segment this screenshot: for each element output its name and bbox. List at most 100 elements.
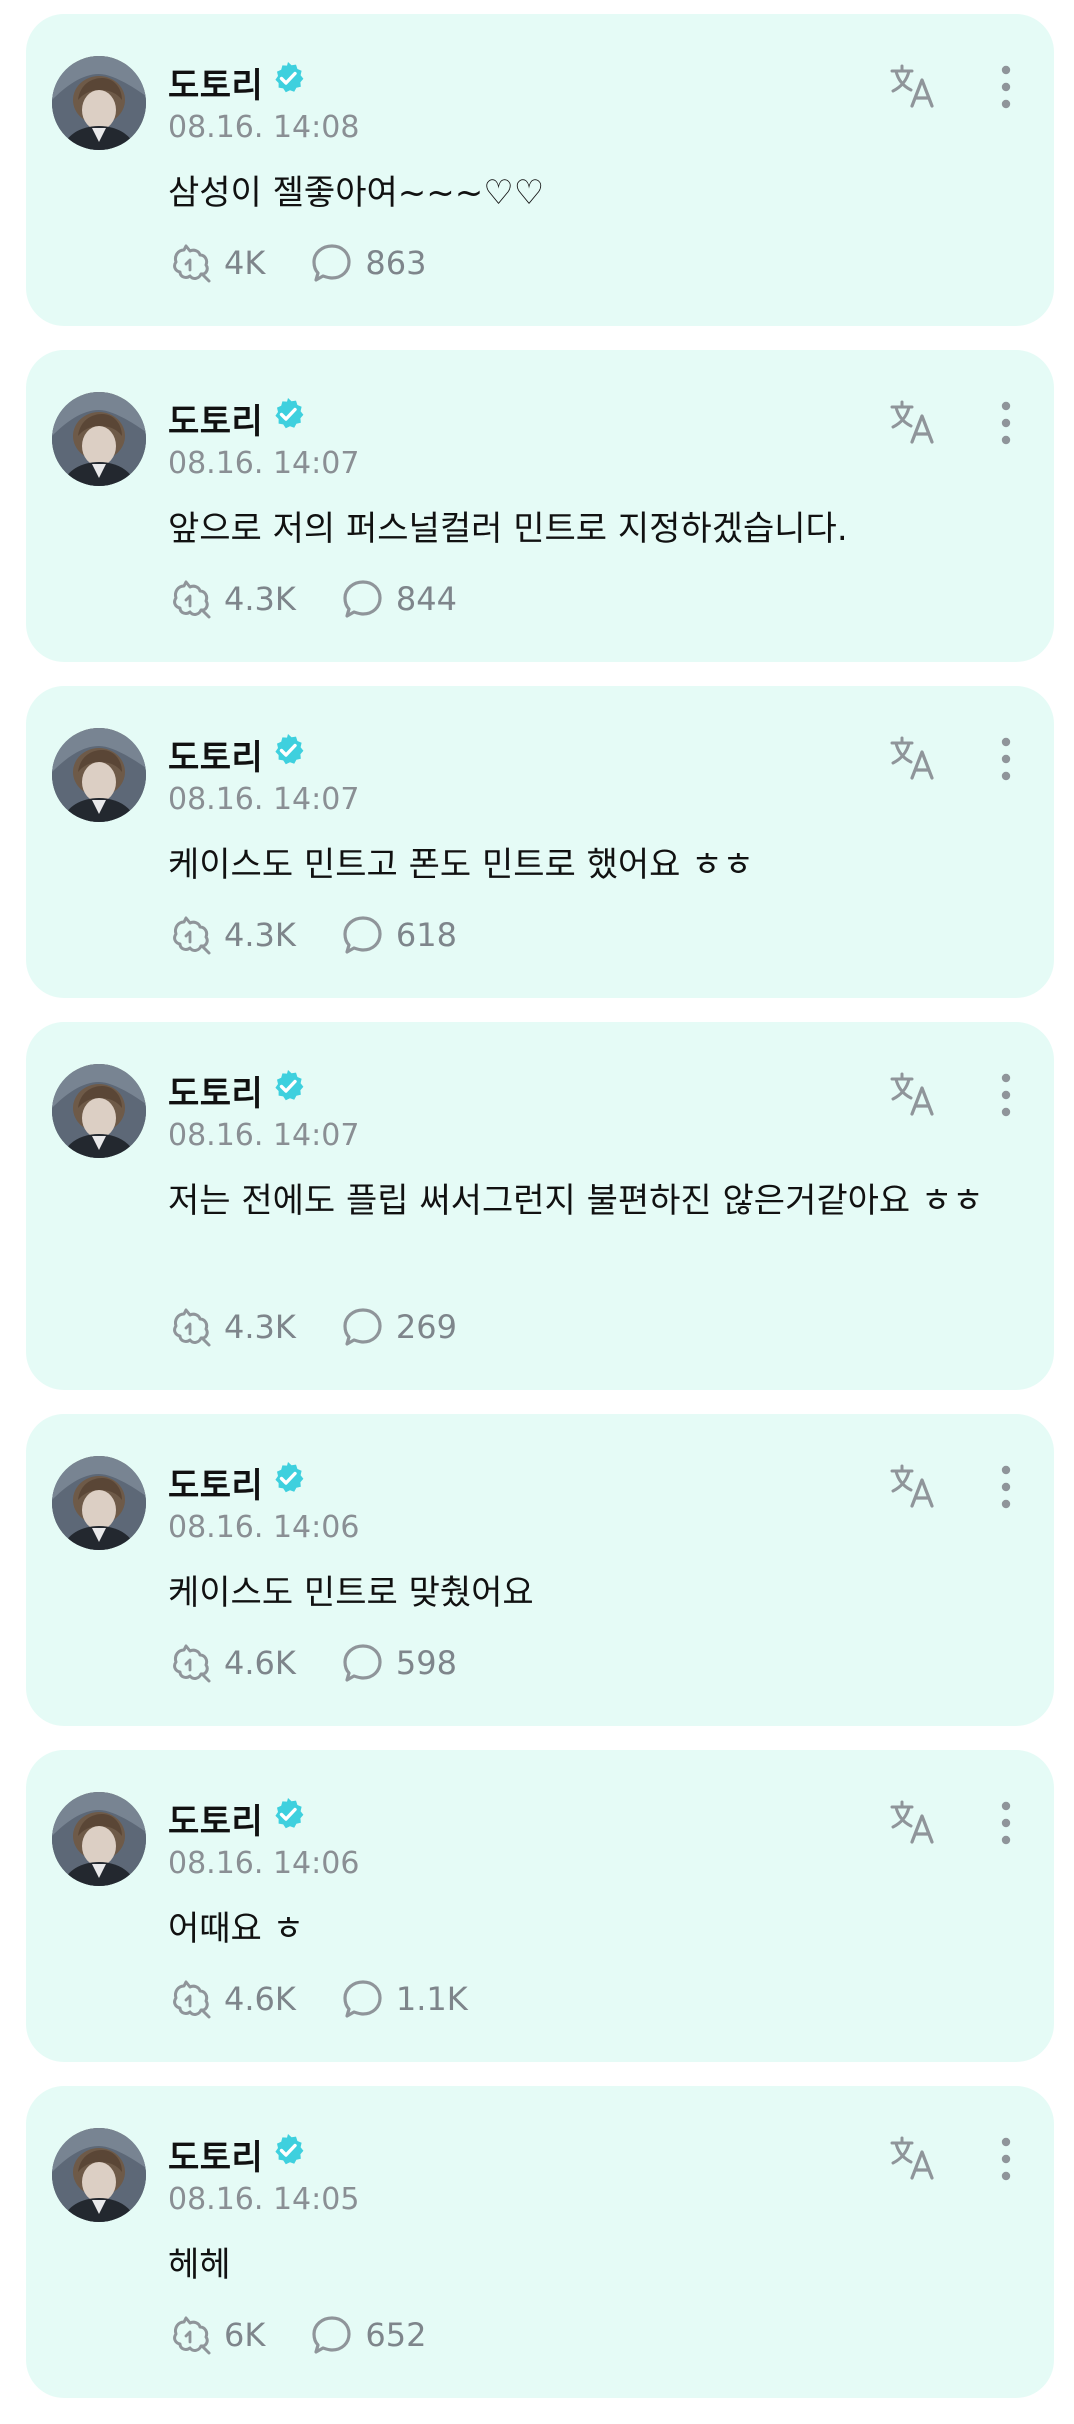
comment-button[interactable]: 618 <box>340 912 457 958</box>
repost-count: 4.3K <box>224 580 296 618</box>
author-name[interactable]: 도토리 <box>168 2130 263 2179</box>
repost-button[interactable]: 4.6K <box>168 1640 296 1686</box>
post-card[interactable]: 도토리 08.16. 14:07 저는 전에도 플립 써서그런지 불편하진 않은… <box>26 1022 1054 1390</box>
translate-icon[interactable] <box>886 58 942 114</box>
comment-button[interactable]: 598 <box>340 1640 457 1686</box>
post-card[interactable]: 도토리 08.16. 14:08 삼성이 젤좋아여~~~♡♡ 4K 863 <box>26 14 1054 326</box>
repost-button[interactable]: 4.3K <box>168 1304 296 1350</box>
comment-button[interactable]: 652 <box>309 2312 426 2358</box>
verified-badge-icon <box>275 2134 304 2165</box>
comment-icon <box>312 244 351 282</box>
author-name[interactable]: 도토리 <box>168 1458 263 1507</box>
verified-badge-icon <box>275 1462 304 1493</box>
post-card[interactable]: 도토리 08.16. 14:07 앞으로 저의 퍼스널컬러 민트로 지정하겠습니… <box>26 350 1054 662</box>
more-options-icon[interactable] <box>986 734 1026 784</box>
more-options-icon[interactable] <box>986 62 1026 112</box>
post-timestamp: 08.16. 14:06 <box>168 1846 360 1881</box>
post-actions: 4.6K 598 <box>168 1638 501 1688</box>
author-name[interactable]: 도토리 <box>168 730 263 779</box>
post-timestamp: 08.16. 14:08 <box>168 110 360 145</box>
comment-count: 618 <box>395 916 457 954</box>
comment-icon <box>343 1980 382 2018</box>
repost-icon <box>173 244 211 283</box>
verified-badge-icon <box>275 62 304 93</box>
comment-count: 598 <box>395 1644 457 1682</box>
post-card[interactable]: 도토리 08.16. 14:07 케이스도 민트고 폰도 민트로 했어요 ㅎㅎ … <box>26 686 1054 998</box>
avatar[interactable] <box>52 2128 146 2222</box>
post-actions: 4.6K 1.1K <box>168 1974 512 2024</box>
avatar[interactable] <box>52 1456 146 1550</box>
avatar[interactable] <box>52 56 146 150</box>
post-timestamp: 08.16. 14:07 <box>168 1118 360 1153</box>
post-text: 앞으로 저의 퍼스널컬러 민트로 지정하겠습니다. <box>168 509 848 549</box>
repost-button[interactable]: 4.3K <box>168 576 296 622</box>
post-card[interactable]: 도토리 08.16. 14:06 어때요 ㅎ 4.6K 1.1K <box>26 1750 1054 2062</box>
more-options-icon[interactable] <box>986 2134 1026 2184</box>
post-text: 헤헤 <box>168 2245 231 2285</box>
repost-count: 4.3K <box>224 1308 296 1346</box>
repost-icon <box>173 2316 211 2355</box>
comment-icon <box>343 916 382 954</box>
comment-count: 652 <box>365 2316 427 2354</box>
comment-icon <box>343 580 382 618</box>
comment-button[interactable]: 1.1K <box>340 1976 468 2022</box>
post-feed: 도토리 08.16. 14:08 삼성이 젤좋아여~~~♡♡ 4K 863 도토… <box>0 0 1074 2424</box>
verified-badge-icon <box>275 734 304 765</box>
repost-count: 4.6K <box>224 1980 296 2018</box>
repost-count: 4.6K <box>224 1644 296 1682</box>
verified-badge-icon <box>275 1070 304 1101</box>
comment-button[interactable]: 269 <box>340 1304 457 1350</box>
comment-button[interactable]: 844 <box>340 576 457 622</box>
translate-icon[interactable] <box>886 1458 942 1514</box>
repost-button[interactable]: 4K <box>168 240 265 286</box>
avatar[interactable] <box>52 1064 146 1158</box>
translate-icon[interactable] <box>886 394 942 450</box>
translate-icon[interactable] <box>886 1794 942 1850</box>
post-text: 삼성이 젤좋아여~~~♡♡ <box>168 173 545 213</box>
translate-icon[interactable] <box>886 1066 942 1122</box>
more-options-icon[interactable] <box>986 398 1026 448</box>
repost-icon <box>173 1644 211 1683</box>
avatar[interactable] <box>52 728 146 822</box>
avatar[interactable] <box>52 1792 146 1886</box>
author-name[interactable]: 도토리 <box>168 1066 263 1115</box>
repost-icon <box>173 580 211 619</box>
more-options-icon[interactable] <box>986 1462 1026 1512</box>
more-options-icon[interactable] <box>986 1798 1026 1848</box>
post-timestamp: 08.16. 14:07 <box>168 446 360 481</box>
post-actions: 4.3K 269 <box>168 1302 501 1352</box>
repost-count: 6K <box>224 2316 266 2354</box>
comment-count: 844 <box>395 580 457 618</box>
author-name[interactable]: 도토리 <box>168 394 263 443</box>
repost-icon <box>173 1308 211 1347</box>
post-text: 케이스도 민트로 맞췄어요 <box>168 1573 534 1613</box>
repost-button[interactable]: 4.3K <box>168 912 296 958</box>
repost-icon <box>173 916 211 955</box>
repost-button[interactable]: 4.6K <box>168 1976 296 2022</box>
author-name[interactable]: 도토리 <box>168 58 263 107</box>
post-actions: 4.3K 844 <box>168 574 501 624</box>
comment-count: 863 <box>365 244 427 282</box>
repost-icon <box>173 1980 211 2019</box>
comment-icon <box>343 1644 382 1682</box>
post-timestamp: 08.16. 14:06 <box>168 1510 360 1545</box>
comment-count: 269 <box>395 1308 457 1346</box>
post-timestamp: 08.16. 14:05 <box>168 2182 360 2217</box>
post-text: 저는 전에도 플립 써서그런지 불편하진 않은거같아요 ㅎㅎ <box>168 1181 984 1221</box>
repost-button[interactable]: 6K <box>168 2312 265 2358</box>
comment-button[interactable]: 863 <box>309 240 426 286</box>
avatar[interactable] <box>52 392 146 486</box>
translate-icon[interactable] <box>886 730 942 786</box>
post-card[interactable]: 도토리 08.16. 14:05 헤헤 6K 652 <box>26 2086 1054 2398</box>
more-options-icon[interactable] <box>986 1070 1026 1120</box>
comment-count: 1.1K <box>395 1980 468 2018</box>
translate-icon[interactable] <box>886 2130 942 2186</box>
post-actions: 4.3K 618 <box>168 910 501 960</box>
author-name[interactable]: 도토리 <box>168 1794 263 1843</box>
post-text: 어때요 ㅎ <box>168 1909 304 1949</box>
verified-badge-icon <box>275 1798 304 1829</box>
post-card[interactable]: 도토리 08.16. 14:06 케이스도 민트로 맞췄어요 4.6K 598 <box>26 1414 1054 1726</box>
comment-icon <box>312 2316 351 2354</box>
post-timestamp: 08.16. 14:07 <box>168 782 360 817</box>
verified-badge-icon <box>275 398 304 429</box>
